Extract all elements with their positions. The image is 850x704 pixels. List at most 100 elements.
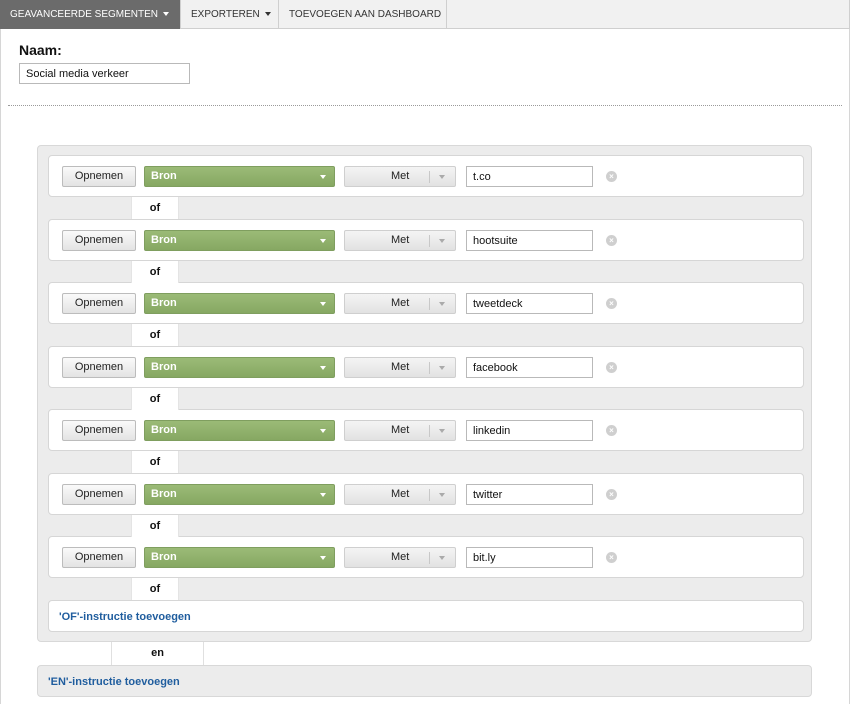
- separator: [429, 235, 430, 247]
- dimension-dropdown[interactable]: Bron: [144, 293, 335, 314]
- dimension-dropdown[interactable]: Bron: [144, 484, 335, 505]
- tab-label: EXPORTEREN: [191, 9, 260, 20]
- condition-value-input[interactable]: [466, 166, 593, 187]
- operator-dropdown[interactable]: Met: [344, 357, 456, 378]
- include-button[interactable]: Opnemen: [62, 484, 136, 505]
- operator-dropdown[interactable]: Met: [344, 547, 456, 568]
- condition-row: Opnemen Bron Met ×: [48, 473, 804, 515]
- tab-advanced-segments[interactable]: GEAVANCEERDE SEGMENTEN: [0, 0, 181, 29]
- remove-condition-icon[interactable]: ×: [606, 235, 617, 246]
- caret-down-icon: [439, 175, 445, 179]
- caret-down-icon: [320, 429, 326, 433]
- tab-label: TOEVOEGEN AAN DASHBOARD: [289, 9, 442, 20]
- caret-down-icon: [163, 12, 169, 16]
- or-connector: of: [131, 578, 179, 600]
- caret-down-icon: [320, 239, 326, 243]
- condition-value-input[interactable]: [466, 547, 593, 568]
- caret-down-icon: [320, 175, 326, 179]
- operator-label: Met: [391, 170, 410, 182]
- remove-condition-icon[interactable]: ×: [606, 425, 617, 436]
- or-connector: of: [131, 197, 179, 219]
- add-and-row: 'EN'-instructie toevoegen: [37, 665, 812, 697]
- dimension-dropdown[interactable]: Bron: [144, 420, 335, 441]
- include-button[interactable]: Opnemen: [62, 547, 136, 568]
- add-or-condition-link[interactable]: 'OF'-instructie toevoegen: [59, 611, 191, 623]
- or-condition-group: ofOpnemenBronMet×ofOpnemenBronMet×ofOpne…: [37, 145, 812, 642]
- or-connector: of: [131, 515, 179, 537]
- dimension-dropdown[interactable]: Bron: [144, 357, 335, 378]
- operator-label: Met: [391, 297, 410, 309]
- dimension-dropdown[interactable]: Bron: [144, 230, 335, 251]
- operator-label: Met: [391, 488, 410, 500]
- caret-down-icon: [439, 366, 445, 370]
- remove-condition-icon[interactable]: ×: [606, 362, 617, 373]
- include-button[interactable]: Opnemen: [62, 166, 136, 187]
- condition-row: Opnemen Bron Met ×: [48, 536, 804, 578]
- add-and-condition-link[interactable]: 'EN'-instructie toevoegen: [48, 676, 180, 688]
- and-connector: en: [111, 642, 204, 665]
- include-button[interactable]: Opnemen: [62, 230, 136, 251]
- dimension-label: Bron: [151, 234, 177, 246]
- caret-down-icon: [439, 429, 445, 433]
- condition-row: Opnemen Bron Met ×: [48, 409, 804, 451]
- separator: [429, 425, 430, 437]
- dimension-label: Bron: [151, 488, 177, 500]
- caret-down-icon: [439, 239, 445, 243]
- segment-name-label: Naam:: [19, 42, 62, 58]
- condition-row: Opnemen Bron Met ×: [48, 155, 804, 197]
- separator: [429, 552, 430, 564]
- dimension-label: Bron: [151, 424, 177, 436]
- caret-down-icon: [439, 493, 445, 497]
- remove-condition-icon[interactable]: ×: [606, 552, 617, 563]
- caret-down-icon: [320, 366, 326, 370]
- caret-down-icon: [264, 12, 271, 16]
- operator-dropdown[interactable]: Met: [344, 230, 456, 251]
- condition-value-input[interactable]: [466, 357, 593, 378]
- separator: [429, 171, 430, 183]
- separator: [429, 489, 430, 501]
- operator-label: Met: [391, 234, 410, 246]
- dimension-label: Bron: [151, 551, 177, 563]
- tab-add-to-dashboard[interactable]: TOEVOEGEN AAN DASHBOARD: [279, 0, 447, 29]
- add-or-row: 'OF'-instructie toevoegen: [48, 600, 804, 632]
- dimension-label: Bron: [151, 361, 177, 373]
- operator-dropdown[interactable]: Met: [344, 484, 456, 505]
- separator: [429, 362, 430, 374]
- condition-row: Opnemen Bron Met ×: [48, 346, 804, 388]
- condition-value-input[interactable]: [466, 484, 593, 505]
- operator-label: Met: [391, 424, 410, 436]
- or-connector: of: [131, 388, 179, 410]
- toolbar: GEAVANCEERDE SEGMENTEN EXPORTEREN TOEVOE…: [0, 0, 850, 29]
- caret-down-icon: [439, 556, 445, 560]
- dimension-label: Bron: [151, 297, 177, 309]
- caret-down-icon: [320, 493, 326, 497]
- condition-row: Opnemen Bron Met ×: [48, 282, 804, 324]
- caret-down-icon: [439, 302, 445, 306]
- include-button[interactable]: Opnemen: [62, 420, 136, 441]
- remove-condition-icon[interactable]: ×: [606, 171, 617, 182]
- include-button[interactable]: Opnemen: [62, 357, 136, 378]
- caret-down-icon: [320, 556, 326, 560]
- dimension-dropdown[interactable]: Bron: [144, 547, 335, 568]
- tab-export[interactable]: EXPORTEREN: [181, 0, 279, 29]
- condition-row: Opnemen Bron Met ×: [48, 219, 804, 261]
- remove-condition-icon[interactable]: ×: [606, 298, 617, 309]
- condition-value-input[interactable]: [466, 230, 593, 251]
- separator: [429, 298, 430, 310]
- caret-down-icon: [320, 302, 326, 306]
- tab-label: GEAVANCEERDE SEGMENTEN: [10, 9, 158, 20]
- segment-name-input[interactable]: [19, 63, 190, 84]
- condition-value-input[interactable]: [466, 293, 593, 314]
- remove-condition-icon[interactable]: ×: [606, 489, 617, 500]
- include-button[interactable]: Opnemen: [62, 293, 136, 314]
- operator-label: Met: [391, 361, 410, 373]
- divider: [8, 105, 842, 106]
- operator-dropdown[interactable]: Met: [344, 420, 456, 441]
- condition-value-input[interactable]: [466, 420, 593, 441]
- operator-dropdown[interactable]: Met: [344, 166, 456, 187]
- dimension-dropdown[interactable]: Bron: [144, 166, 335, 187]
- or-connector: of: [131, 261, 179, 283]
- dimension-label: Bron: [151, 170, 177, 182]
- operator-dropdown[interactable]: Met: [344, 293, 456, 314]
- operator-label: Met: [391, 551, 410, 563]
